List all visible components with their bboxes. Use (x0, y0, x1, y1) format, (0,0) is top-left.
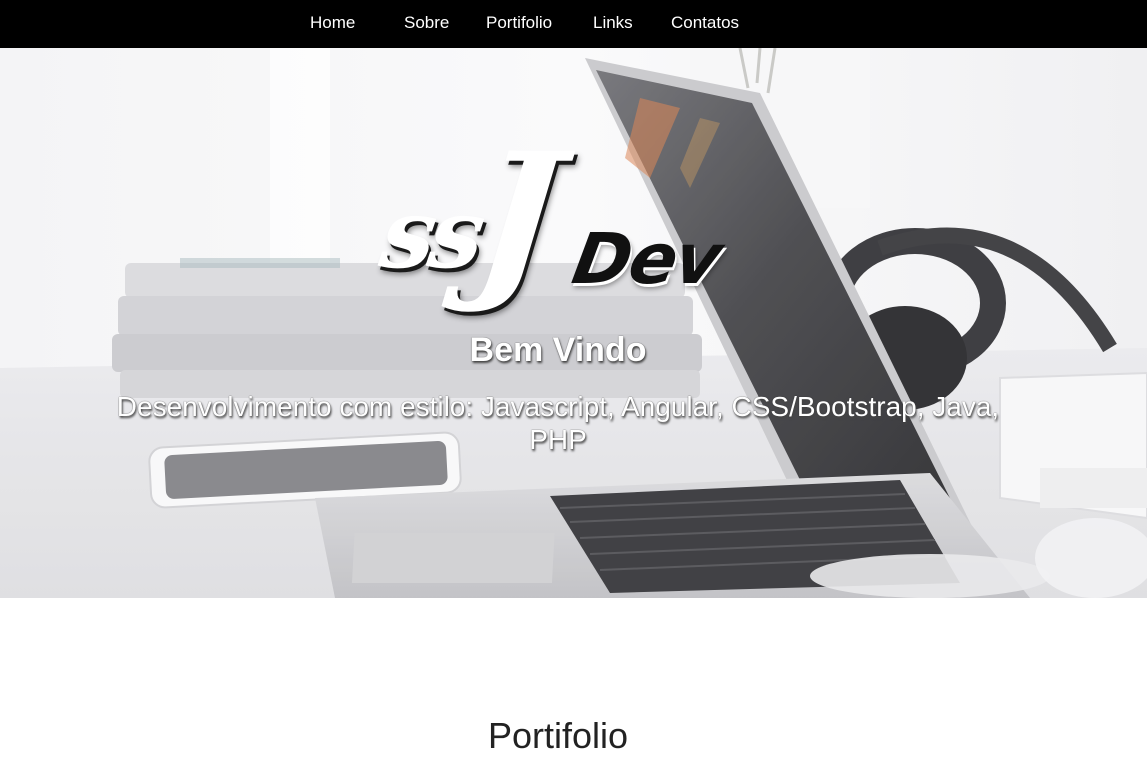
nav-link-links[interactable]: Links (593, 13, 633, 33)
logo-text-j: J (467, 114, 571, 317)
ssj-dev-logo: ss J Dev (370, 114, 726, 317)
logo-text-dev: Dev (566, 218, 727, 300)
portfolio-section: Portifolio (0, 598, 1147, 770)
hero-banner: ss J Dev Bem Vindo Desenvolvimento com e… (0, 48, 1147, 598)
logo-text-ss: ss (374, 177, 487, 290)
hero-welcome-heading: Bem Vindo (469, 331, 647, 369)
hero-subtitle: Desenvolvimento com estilo: Javascript, … (116, 391, 1000, 455)
top-navbar: Home Sobre Portifolio Links Contatos (0, 0, 1147, 48)
nav-link-sobre[interactable]: Sobre (404, 13, 449, 33)
portfolio-section-title: Portifolio (487, 715, 629, 756)
nav-link-portifolio[interactable]: Portifolio (486, 13, 552, 33)
nav-link-home[interactable]: Home (310, 13, 355, 33)
nav-link-contatos[interactable]: Contatos (671, 13, 739, 33)
